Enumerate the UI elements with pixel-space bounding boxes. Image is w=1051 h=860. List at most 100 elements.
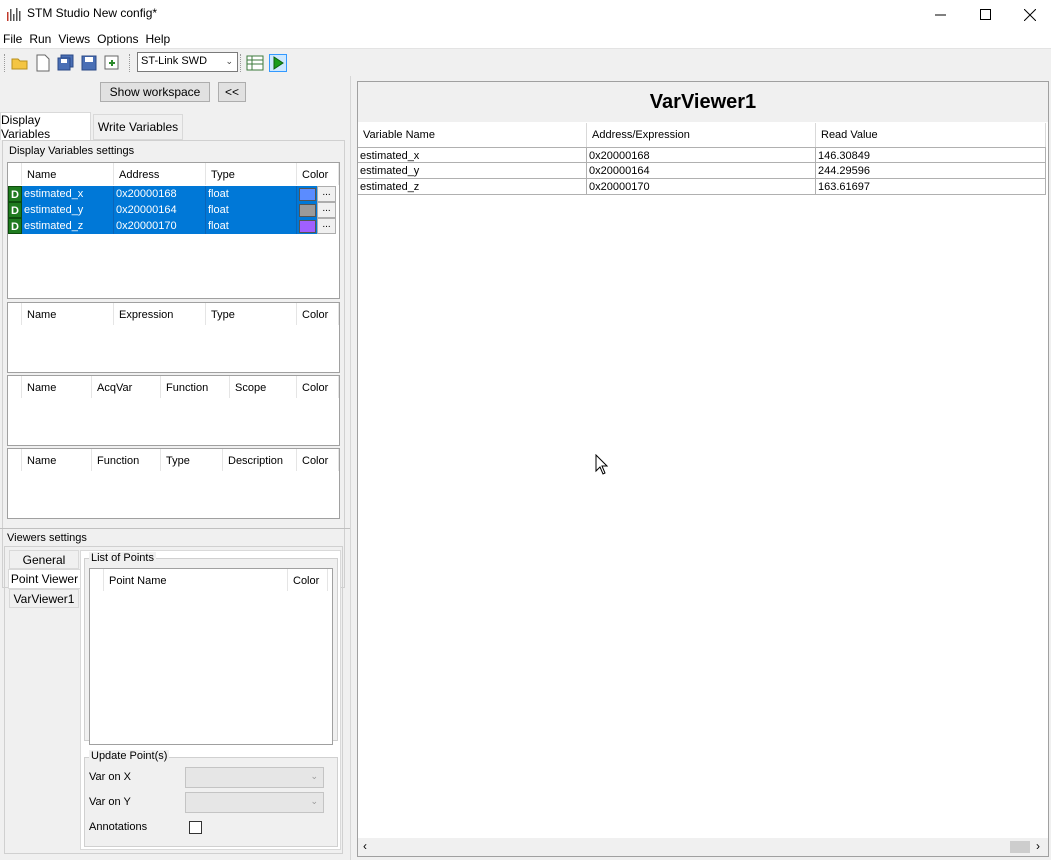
column-header[interactable]: Color <box>297 163 339 185</box>
column-header[interactable]: AcqVar <box>92 376 161 398</box>
save-icon[interactable] <box>80 54 98 72</box>
column-header[interactable]: Color <box>297 376 339 398</box>
list-of-points-label: List of Points <box>89 552 156 564</box>
viewer-variable-name[interactable]: estimated_y <box>358 163 587 179</box>
column-header[interactable]: Scope <box>230 376 297 398</box>
table-view-icon[interactable] <box>246 54 264 72</box>
show-workspace-button[interactable]: Show workspace <box>100 82 210 102</box>
column-header[interactable]: Description <box>223 449 297 471</box>
viewer-read-value[interactable]: 163.61697 <box>816 179 1046 195</box>
run-icon[interactable] <box>269 54 287 72</box>
tab-point-viewer[interactable]: Point Viewer <box>8 569 80 589</box>
color-swatch[interactable] <box>298 187 316 201</box>
menu-views[interactable]: Views <box>55 29 94 48</box>
left-pane: Show workspace << Display Variables Writ… <box>0 76 350 860</box>
mouse-cursor-icon <box>595 454 608 475</box>
viewer-address[interactable]: 0x20000164 <box>587 163 816 179</box>
column-header[interactable]: Read Value <box>816 123 1046 147</box>
tab-write-variables[interactable]: Write Variables <box>93 114 183 140</box>
column-header[interactable]: Name <box>22 303 114 325</box>
variable-name[interactable]: estimated_y <box>22 202 114 218</box>
menu-options[interactable]: Options <box>94 29 142 48</box>
display-badge: D <box>8 202 22 218</box>
column-header[interactable]: Name <box>22 163 114 185</box>
annotations-label: Annotations <box>89 821 148 833</box>
color-picker-button[interactable]: ... <box>317 186 336 202</box>
viewer-address[interactable]: 0x20000170 <box>587 179 816 195</box>
variable-name[interactable]: estimated_x <box>22 186 114 202</box>
point-viewer-panel: List of Points Point Name Color Update P… <box>80 550 341 850</box>
variable-row[interactable]: D estimated_z 0x20000170 float ... <box>8 218 336 234</box>
viewer-variable-name[interactable]: estimated_x <box>358 147 587 163</box>
points-table: Point Name Color <box>89 568 333 745</box>
maximize-button[interactable] <box>962 0 1008 29</box>
variable-address[interactable]: 0x20000170 <box>114 218 206 234</box>
minimize-button[interactable] <box>917 0 963 29</box>
probe-select[interactable]: ST-Link SWD ⌄ <box>137 52 238 72</box>
menu-help[interactable]: Help <box>143 29 175 48</box>
toolbar-grip <box>4 54 5 72</box>
minimize-icon <box>934 14 946 16</box>
annotations-checkbox[interactable] <box>189 821 202 834</box>
horizontal-scrollbar[interactable]: ‹ › <box>358 838 1048 856</box>
maximize-icon <box>979 9 991 20</box>
collapse-button[interactable]: << <box>218 82 246 102</box>
menu-file[interactable]: File <box>0 29 26 48</box>
column-header[interactable]: Variable Name <box>358 123 587 147</box>
close-button[interactable] <box>1007 0 1051 29</box>
pane-splitter[interactable] <box>350 76 354 860</box>
color-swatch[interactable] <box>298 219 316 233</box>
variable-name[interactable]: estimated_z <box>22 218 114 234</box>
var-on-y-select[interactable]: ⌄ <box>185 792 324 813</box>
column-header[interactable]: Address <box>114 163 206 185</box>
variable-type[interactable]: float <box>206 186 297 202</box>
scroll-left-icon[interactable]: ‹ <box>363 839 367 853</box>
column-header[interactable]: Address/Expression <box>587 123 816 147</box>
var-on-x-select[interactable]: ⌄ <box>185 767 324 788</box>
variable-type[interactable]: float <box>206 202 297 218</box>
color-swatch[interactable] <box>298 203 316 217</box>
column-header[interactable]: Type <box>206 163 297 185</box>
variables-table: Name Address Type Color D estimated_x 0x… <box>7 162 340 299</box>
chevron-down-icon: ⌄ <box>310 796 318 806</box>
color-picker-button[interactable]: ... <box>317 218 336 234</box>
display-variables-settings-label: Display Variables settings <box>7 145 137 157</box>
tab-varviewer1[interactable]: VarViewer1 <box>9 589 79 608</box>
column-header[interactable]: Point Name <box>104 569 288 591</box>
tab-general[interactable]: General <box>9 550 79 569</box>
viewer-read-value[interactable]: 244.29596 <box>816 163 1046 179</box>
variable-row[interactable]: D estimated_x 0x20000168 float ... <box>8 186 336 202</box>
toolbar-separator <box>129 54 130 72</box>
column-header[interactable]: Type <box>161 449 223 471</box>
column-header[interactable]: Type <box>206 303 297 325</box>
save-all-icon[interactable] <box>57 54 75 72</box>
column-header[interactable]: Function <box>161 376 230 398</box>
color-picker-button[interactable]: ... <box>317 202 336 218</box>
column-header[interactable]: Color <box>297 303 339 325</box>
column-header[interactable]: Color <box>297 449 339 471</box>
viewer-read-value[interactable]: 146.30849 <box>816 147 1046 163</box>
column-header[interactable]: Name <box>22 376 92 398</box>
variable-row[interactable]: D estimated_y 0x20000164 float ... <box>8 202 336 218</box>
viewer-variable-name[interactable]: estimated_z <box>358 179 587 195</box>
variable-address[interactable]: 0x20000164 <box>114 202 206 218</box>
menu-run[interactable]: Run <box>26 29 55 48</box>
export-icon[interactable] <box>103 54 121 72</box>
open-folder-icon[interactable] <box>11 54 29 72</box>
splitter[interactable] <box>0 528 350 531</box>
scroll-right-icon[interactable]: › <box>1036 839 1040 853</box>
chevron-down-icon: ⌄ <box>225 56 233 66</box>
variable-address[interactable]: 0x20000168 <box>114 186 206 202</box>
variable-type[interactable]: float <box>206 218 297 234</box>
display-badge: D <box>8 218 22 234</box>
viewer-title: VarViewer1 <box>358 82 1048 122</box>
column-header[interactable]: Name <box>22 449 92 471</box>
column-header[interactable]: Function <box>92 449 161 471</box>
toolbar-separator <box>240 54 241 72</box>
new-file-icon[interactable] <box>34 54 52 72</box>
column-header[interactable]: Color <box>288 569 328 591</box>
scrollbar-thumb[interactable] <box>1010 841 1030 853</box>
viewer-address[interactable]: 0x20000168 <box>587 147 816 163</box>
tab-display-variables[interactable]: Display Variables <box>0 112 91 141</box>
column-header[interactable]: Expression <box>114 303 206 325</box>
